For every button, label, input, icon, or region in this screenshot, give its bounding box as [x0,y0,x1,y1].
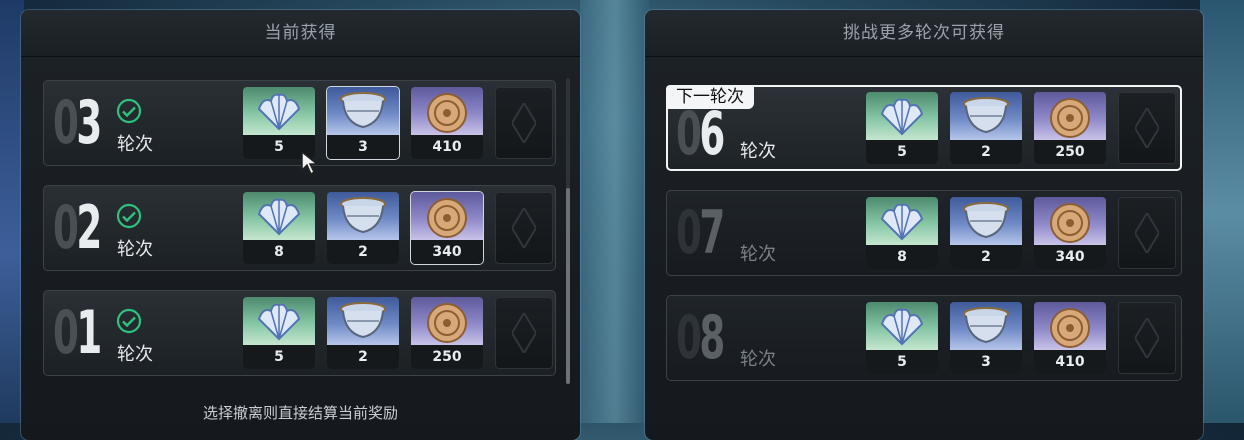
reward-item-bowl[interactable]: 2 [327,297,399,369]
item-quantity: 410 [1034,350,1106,374]
item-quantity: 5 [866,140,938,164]
reward-item-bowl[interactable]: 2 [327,192,399,264]
reward-item-coin[interactable]: 410 [1034,302,1106,374]
round-number: 02 [53,193,102,263]
empty-slot [495,297,553,369]
reward-item-seashell[interactable]: 5 [866,92,938,164]
scrollbar-thumb[interactable] [566,188,570,384]
round-row-07[interactable]: 07 轮次 8 2 340 [666,190,1182,276]
round-label: 轮次 [740,244,776,265]
empty-slot [495,87,553,159]
check-icon [116,203,142,229]
round-number: 03 [53,88,102,158]
blue-seashell-icon [257,198,301,236]
gold-coin-icon [1050,203,1090,243]
crystal-bowl-icon [340,302,386,339]
crystal-bowl-icon [340,92,386,129]
check-icon [116,308,142,334]
item-quantity: 410 [411,135,483,159]
blue-seashell-icon [257,303,301,341]
more-rounds-title: 挑战更多轮次可获得 [645,10,1203,57]
reward-item-seashell[interactable]: 5 [243,87,315,159]
crystal-bowl-icon [340,197,386,234]
blue-seashell-icon [257,93,301,131]
round-number: 01 [53,298,102,368]
reward-item-coin[interactable]: 340 [1034,197,1106,269]
round-number: 07 [676,198,725,268]
item-quantity: 8 [866,245,938,269]
item-quantity: 5 [243,345,315,369]
reward-item-coin[interactable]: 250 [1034,92,1106,164]
current-rewards-panel: 当前获得 03 轮次 5 3 410 02 轮次 8 2 340 01 轮次 5… [21,10,580,440]
locked-slot-icon [1135,213,1159,253]
item-quantity: 2 [327,240,399,264]
mouse-cursor-icon [301,150,320,176]
reward-item-bowl[interactable]: 2 [950,92,1022,164]
current-rewards-title: 当前获得 [21,10,580,57]
round-row-08[interactable]: 08 轮次 5 3 410 [666,295,1182,381]
item-quantity: 340 [411,240,483,264]
item-quantity: 3 [950,350,1022,374]
round-row-02[interactable]: 02 轮次 8 2 340 [43,185,556,271]
round-label: 轮次 [117,239,153,260]
item-quantity: 8 [243,240,315,264]
round-label: 轮次 [117,344,153,365]
reward-item-coin[interactable]: 410 [411,87,483,159]
gold-coin-icon [1050,98,1090,138]
next-round-tag: 下一轮次 [666,85,754,109]
reward-item-coin[interactable]: 340 [411,192,483,264]
round-label: 轮次 [117,134,153,155]
reward-item-seashell[interactable]: 8 [243,192,315,264]
round-row-01[interactable]: 01 轮次 5 2 250 [43,290,556,376]
blue-seashell-icon [880,308,924,346]
item-quantity: 5 [866,350,938,374]
locked-slot-icon [512,208,536,248]
reward-item-seashell[interactable]: 8 [866,197,938,269]
reward-item-bowl[interactable]: 3 [950,302,1022,374]
round-label: 轮次 [740,141,776,162]
check-icon [116,98,142,124]
reward-item-seashell[interactable]: 5 [243,297,315,369]
locked-slot-icon [512,103,536,143]
reward-item-seashell[interactable]: 5 [866,302,938,374]
round-label: 轮次 [740,349,776,370]
empty-slot [1118,92,1176,164]
round-number: 06 [676,99,725,169]
empty-slot [1118,197,1176,269]
round-row-06-next[interactable]: 06 轮次 下一轮次 5 2 250 [666,85,1182,171]
item-quantity: 2 [950,140,1022,164]
crystal-bowl-icon [963,97,1009,134]
evacuate-hint: 选择撤离则直接结算当前奖励 [202,404,398,422]
locked-slot-icon [512,313,536,353]
item-quantity: 3 [327,135,399,159]
item-quantity: 2 [327,345,399,369]
background-right [1200,0,1244,423]
reward-item-bowl[interactable]: 2 [950,197,1022,269]
crystal-bowl-icon [963,202,1009,239]
empty-slot [1118,302,1176,374]
rewards-scrollbar[interactable] [566,78,570,384]
gold-coin-icon [427,93,467,133]
gold-coin-icon [1050,308,1090,348]
reward-item-coin[interactable]: 250 [411,297,483,369]
item-quantity: 2 [950,245,1022,269]
gold-coin-icon [427,198,467,238]
gold-coin-icon [427,303,467,343]
empty-slot [495,192,553,264]
item-quantity: 340 [1034,245,1106,269]
background-center [580,0,650,423]
item-quantity: 250 [1034,140,1106,164]
blue-seashell-icon [880,98,924,136]
reward-item-bowl[interactable]: 3 [327,87,399,159]
locked-slot-icon [1135,318,1159,358]
locked-slot-icon [1135,108,1159,148]
more-rounds-panel: 挑战更多轮次可获得 06 轮次 下一轮次 5 2 250 07 轮次 8 2 3… [645,10,1203,440]
crystal-bowl-icon [963,307,1009,344]
round-number: 08 [676,303,725,373]
item-quantity: 250 [411,345,483,369]
blue-seashell-icon [880,203,924,241]
